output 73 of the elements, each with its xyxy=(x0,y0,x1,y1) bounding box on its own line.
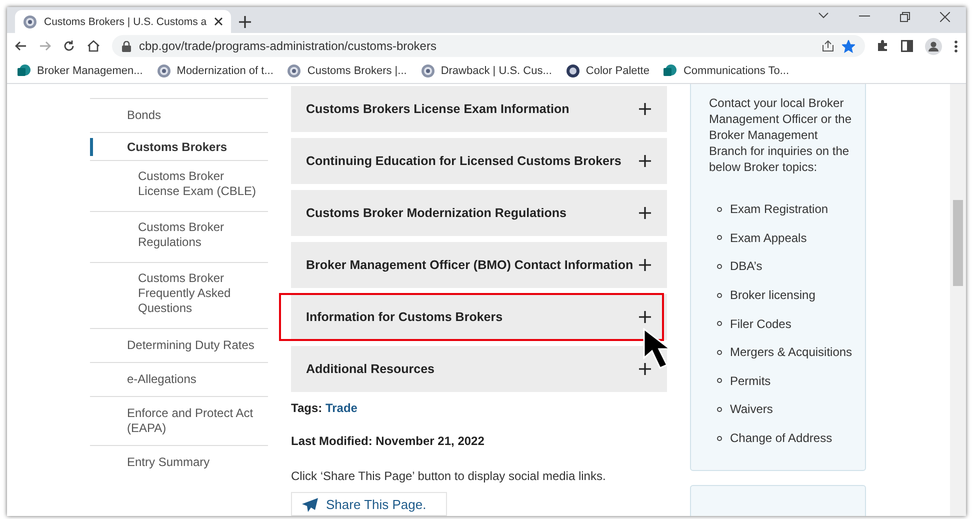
bookmark[interactable]: Broker Managemen... xyxy=(17,64,143,78)
bullet-icon xyxy=(717,206,722,212)
address-bar[interactable]: cbp.gov/trade/programs-administration/customs-brokers xyxy=(112,35,865,57)
topic-item: Exam Appeals xyxy=(730,230,807,246)
topic-item: Waivers xyxy=(730,401,773,418)
side-panel-icon[interactable] xyxy=(901,40,913,52)
close-icon[interactable] xyxy=(214,17,223,26)
accordion-header[interactable]: Customs Brokers License Exam Information xyxy=(291,86,667,132)
paper-plane-icon xyxy=(302,498,318,512)
nav-link[interactable]: Customs Broker Frequently Asked Questions xyxy=(90,262,268,328)
topic-item: Permits xyxy=(730,372,771,389)
bullet-icon xyxy=(717,378,722,384)
cursor-icon xyxy=(643,328,671,369)
close-icon[interactable] xyxy=(940,12,950,22)
seal-icon xyxy=(287,64,302,78)
home-icon[interactable] xyxy=(87,40,100,52)
topic-item: Change of Address xyxy=(730,430,832,446)
nav-link[interactable]: Customs Brokers xyxy=(90,132,268,160)
topic-item: Filer Codes xyxy=(730,316,792,332)
accordion-header[interactable]: Customs Broker Modernization Regulations xyxy=(291,190,667,236)
bookmark[interactable]: Modernization of t... xyxy=(156,64,274,78)
sharepoint-icon xyxy=(663,64,678,78)
nav-link[interactable]: Customs Broker Regulations xyxy=(90,211,268,262)
badge-icon xyxy=(566,64,580,78)
favicon xyxy=(23,14,37,28)
nav-link[interactable]: Enforce and Protect Act (EAPA) xyxy=(90,396,268,445)
bullet-icon xyxy=(717,406,722,412)
nav-link[interactable]: Entry Summary xyxy=(90,445,268,479)
chevron-down-icon[interactable] xyxy=(818,12,829,18)
seal-icon xyxy=(156,64,171,78)
accordion-header[interactable]: Broker Management Officer (BMO) Contact Information xyxy=(291,242,667,288)
nav-link[interactable]: Determining Duty Rates xyxy=(90,328,268,362)
lock-icon xyxy=(122,40,131,52)
reload-icon[interactable] xyxy=(63,40,75,52)
puzzle-icon[interactable] xyxy=(877,40,889,52)
restore-icon[interactable] xyxy=(900,12,910,22)
bullet-icon xyxy=(717,235,722,240)
nav-link[interactable]: Bonds xyxy=(90,98,268,132)
back-icon[interactable] xyxy=(15,40,27,52)
star-icon[interactable] xyxy=(842,40,855,52)
tag-link[interactable]: Trade xyxy=(325,401,358,415)
share-button[interactable]: Share This Page. xyxy=(291,492,448,516)
scroll-thumb[interactable] xyxy=(953,200,963,286)
share-note: Click ‘Share This Page’ button to display social media links. xyxy=(291,469,607,483)
nav-link[interactable]: Customs Broker License Exam (CBLE) xyxy=(90,160,268,211)
new-tab-icon[interactable] xyxy=(238,16,251,28)
bookmark[interactable]: Drawback | U.S. Cus... xyxy=(420,64,552,78)
accordion-header[interactable]: Continuing Education for Licensed Customs Brokers xyxy=(291,138,667,184)
topic-item: Broker licensing xyxy=(730,287,816,304)
menu-icon[interactable] xyxy=(954,40,958,52)
accordion-header[interactable]: Additional Resources xyxy=(291,346,667,392)
nav-link[interactable]: e-Allegations xyxy=(90,362,268,396)
bullet-icon xyxy=(717,350,722,355)
last-modified: Last Modified: November 21, 2022 xyxy=(291,434,486,448)
url-text: cbp.gov/trade/programs-administration/customs-brokers xyxy=(139,39,438,53)
browser-tab[interactable]: Customs Brokers | U.S. Customs a xyxy=(15,10,231,33)
bullet-icon xyxy=(717,264,722,269)
topic-item: DBA’s xyxy=(730,258,762,274)
topic-item: Mergers & Acquisitions xyxy=(730,344,852,360)
topic-item: Exam Registration xyxy=(730,201,828,218)
bullet-icon xyxy=(717,436,722,441)
contact-text: Contact your local Broker Management Officer or the Broker Management Branch for inquiries on the below Broker topics: xyxy=(709,95,853,175)
bookmark[interactable]: Communications To... xyxy=(663,64,790,78)
sharepoint-icon xyxy=(17,64,31,78)
seal-icon xyxy=(420,64,435,78)
bullet-icon xyxy=(717,292,722,298)
bookmark[interactable]: Color Palette xyxy=(566,64,650,78)
profile-icon[interactable] xyxy=(925,38,942,54)
share-icon[interactable] xyxy=(822,40,834,52)
bullet-icon xyxy=(717,321,722,326)
tags-label: Tags: xyxy=(291,401,322,415)
scrollbar[interactable] xyxy=(950,84,966,516)
bookmark[interactable]: Customs Brokers |... xyxy=(287,64,407,78)
